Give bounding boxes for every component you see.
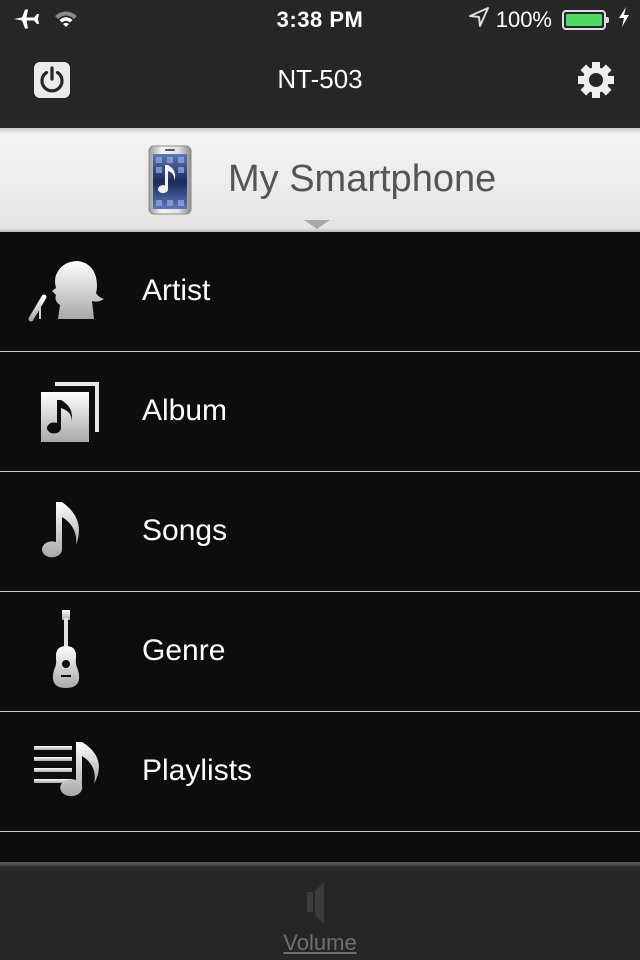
album-icon bbox=[24, 374, 108, 450]
volume-button[interactable]: Volume bbox=[270, 870, 370, 958]
browse-menu: Artist Album Songs Genre Playlists bbox=[0, 232, 640, 832]
volume-label: Volume bbox=[283, 930, 357, 955]
source-label: My Smartphone bbox=[228, 158, 497, 200]
menu-item-label: Album bbox=[142, 394, 228, 427]
battery-percent: 100% bbox=[495, 7, 552, 32]
nav-bar: NT-503 bbox=[0, 40, 640, 128]
battery-fill bbox=[566, 14, 602, 26]
menu-item-label: Playlists bbox=[142, 754, 253, 787]
menu-item-label: Songs bbox=[142, 514, 228, 547]
location-arrow-icon bbox=[468, 6, 490, 34]
menu-item-album[interactable]: Album bbox=[0, 352, 640, 472]
menu-item-playlists[interactable]: Playlists bbox=[0, 712, 640, 832]
bottom-toolbar: Volume bbox=[0, 862, 640, 960]
dropdown-caret-icon bbox=[304, 220, 330, 229]
status-bar: 3:38 PM 100% bbox=[0, 0, 640, 40]
battery-icon bbox=[562, 10, 609, 30]
gear-icon bbox=[578, 62, 614, 98]
settings-button[interactable] bbox=[576, 60, 616, 100]
guitar-icon bbox=[24, 608, 108, 692]
music-note-icon bbox=[24, 494, 108, 570]
speaker-icon bbox=[307, 882, 324, 924]
playlist-icon bbox=[24, 734, 108, 810]
source-selector[interactable]: My Smartphone bbox=[0, 128, 640, 232]
artist-singer-icon bbox=[24, 254, 108, 330]
charging-bolt-icon bbox=[618, 7, 630, 33]
menu-item-songs[interactable]: Songs bbox=[0, 472, 640, 592]
menu-item-artist[interactable]: Artist bbox=[0, 232, 640, 352]
menu-item-label: Artist bbox=[142, 274, 211, 307]
status-right: 100% bbox=[468, 6, 630, 34]
smartphone-music-icon bbox=[148, 145, 192, 215]
menu-item-label: Genre bbox=[142, 634, 226, 667]
page-title: NT-503 bbox=[277, 64, 363, 94]
menu-item-genre[interactable]: Genre bbox=[0, 592, 640, 712]
